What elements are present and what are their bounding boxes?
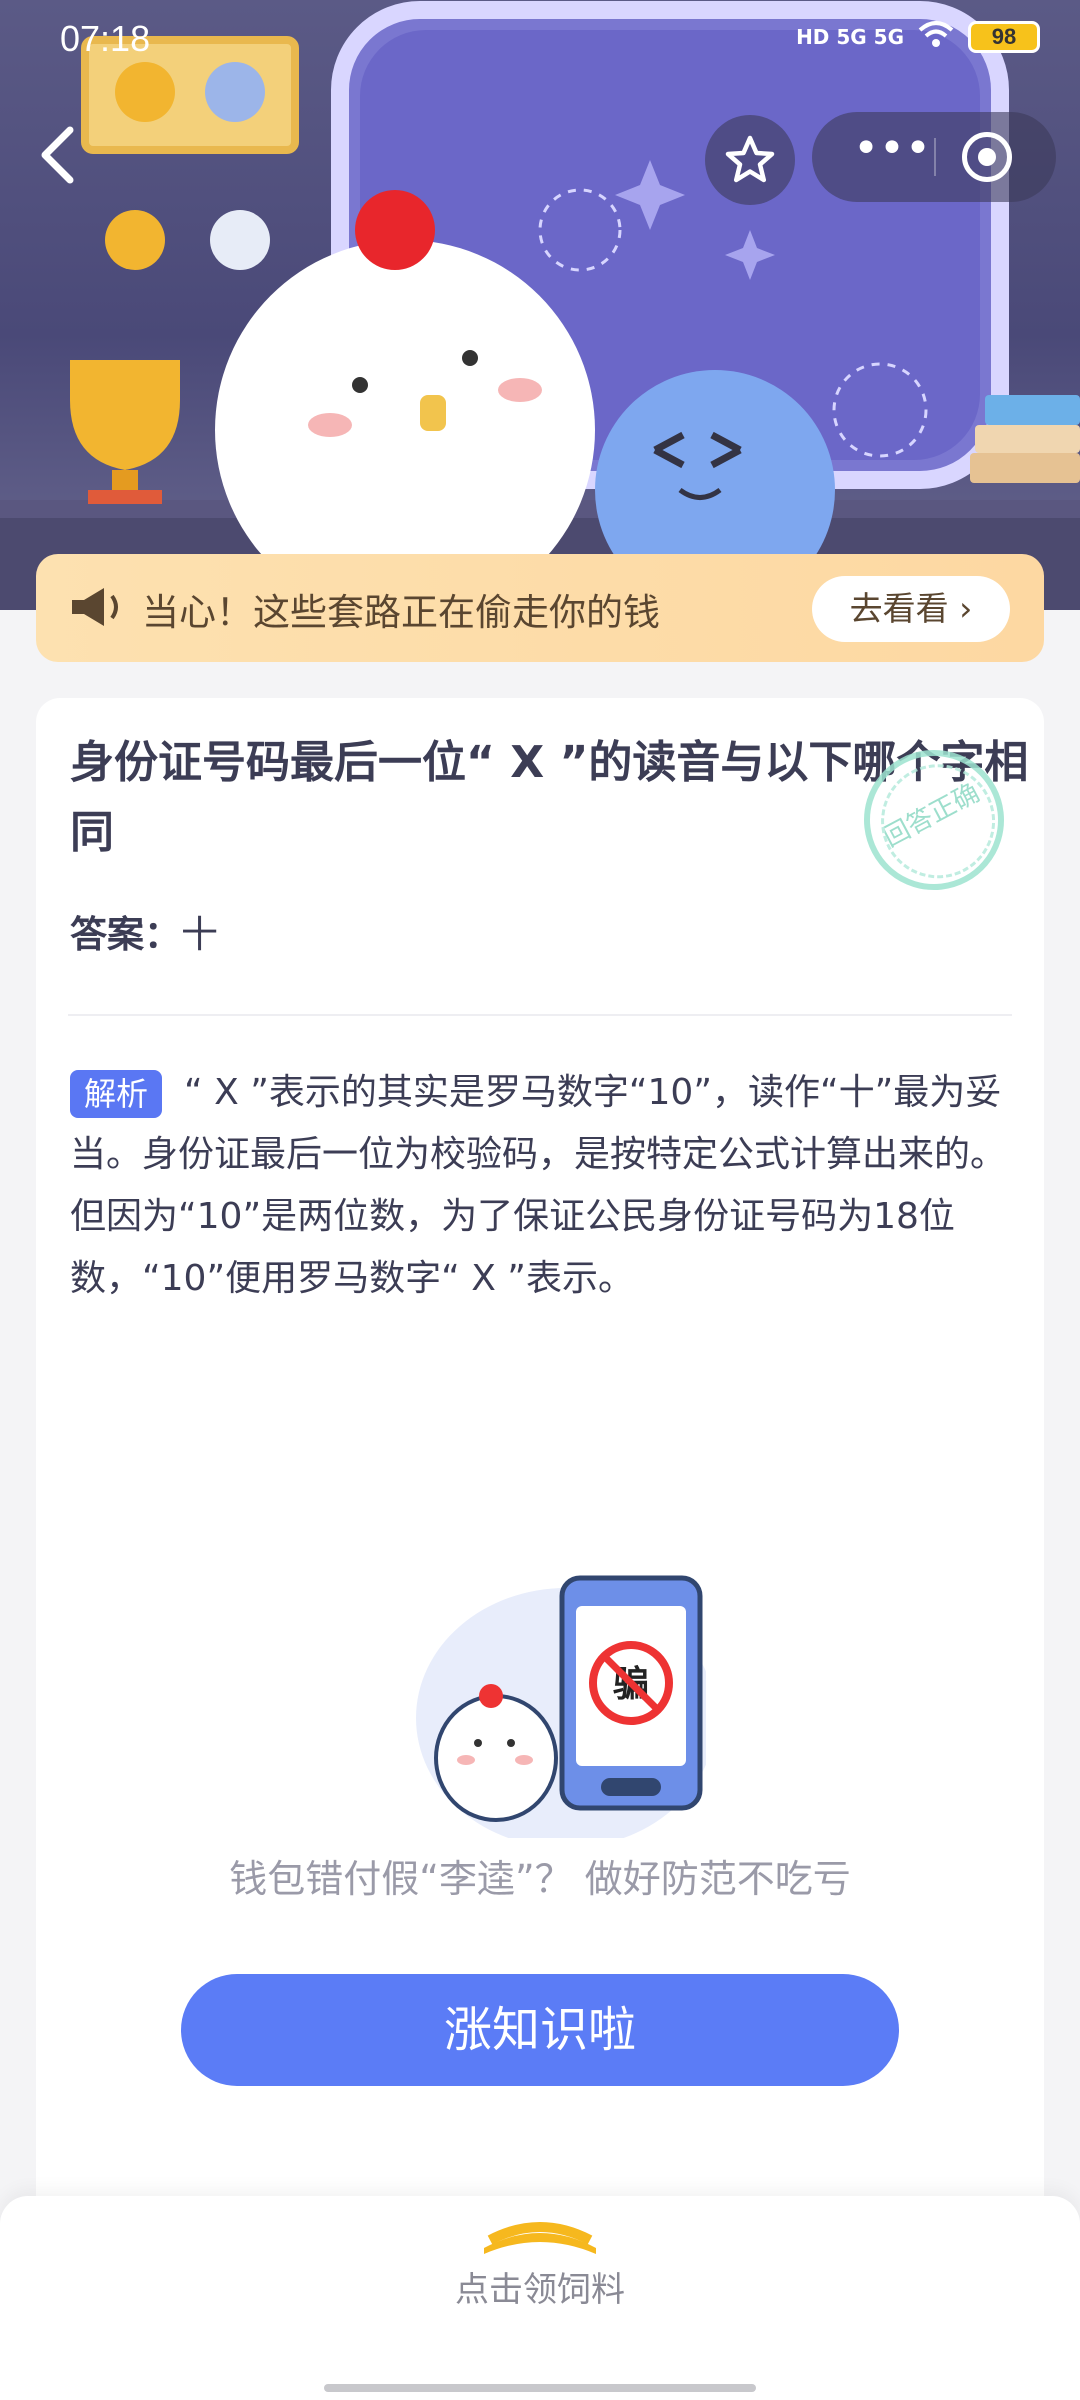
star-icon — [725, 135, 775, 183]
favorite-button[interactable] — [705, 115, 795, 205]
home-indicator[interactable] — [324, 2384, 756, 2392]
back-button[interactable] — [30, 120, 90, 190]
question-card: 身份证号码最后一位“ X ”的读音与以下哪个字相同 回答正确 答案：十 解析 “ … — [36, 698, 1044, 2238]
learn-more-button[interactable]: 涨知识啦 — [181, 1974, 899, 2086]
status-bar: 07:18 HD 5G 5G 98 — [0, 0, 1080, 84]
feed-arrow-icon — [484, 2222, 596, 2254]
analysis-section: 解析 “ X ”表示的其实是罗马数字“10”，读作“十”最为妥当。身份证最后一位为… — [70, 1062, 1030, 1310]
status-time: 07:18 — [60, 18, 151, 59]
anti-fraud-illustration: 骗 — [386, 1568, 716, 1848]
close-target-button[interactable] — [962, 132, 1012, 182]
claim-feed-label[interactable]: 点击领饲料 — [0, 2262, 1080, 2311]
bottom-bar[interactable]: 点击领饲料 — [0, 2196, 1080, 2400]
chevron-left-icon — [41, 126, 74, 184]
fraud-tip: 钱包错付假“李逵”？ 做好防范不吃亏 — [229, 1857, 851, 1901]
banner-go-button[interactable]: 去看看 › — [812, 576, 1010, 642]
more-options-button[interactable]: ••• — [852, 127, 932, 180]
wifi-icon — [918, 20, 954, 53]
answer-value: 十 — [181, 913, 218, 956]
network-indicator: HD 5G 5G — [796, 24, 904, 49]
status-icons: HD 5G 5G 98 — [796, 20, 1040, 53]
warning-banner[interactable]: 当心！这些套路正在偷走你的钱 去看看 › — [36, 554, 1044, 662]
analysis-tag: 解析 — [70, 1070, 163, 1118]
banner-text: 当心！这些套路正在偷走你的钱 — [142, 591, 660, 634]
megaphone-icon — [72, 588, 118, 626]
answer-line: 答案：十 — [70, 904, 218, 958]
mini-program-capsule: ••• — [812, 112, 1056, 202]
answer-label: 答案： — [70, 913, 181, 956]
battery-icon: 98 — [968, 20, 1040, 53]
capsule-divider — [934, 138, 936, 176]
hero-illustration — [0, 0, 1080, 610]
analysis-text: “ X ”表示的其实是罗马数字“10”，读作“十”最为妥当。身份证最后一位为校验… — [70, 1072, 1007, 1299]
divider — [68, 1014, 1012, 1016]
